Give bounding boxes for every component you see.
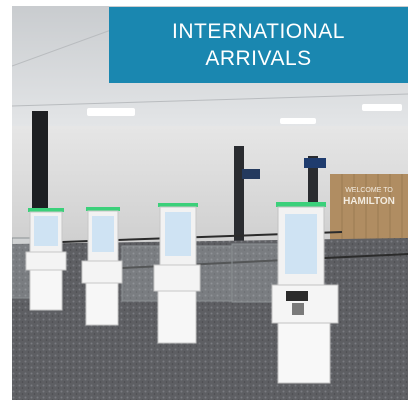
- kiosk-2: [81, 207, 123, 326]
- pillar-mid: [234, 146, 244, 246]
- banner-line-1: INTERNATIONAL: [172, 20, 345, 43]
- international-arrivals-banner: INTERNATIONAL ARRIVALS: [109, 7, 408, 83]
- overhead-sign-2: [242, 169, 260, 179]
- banner-line-2: ARRIVALS: [205, 47, 312, 70]
- kiosk-3: [153, 203, 201, 344]
- welcome-sign-line2: HAMILTON: [343, 196, 395, 207]
- welcome-wall-sign: WELCOME TO HAMILTON: [330, 174, 408, 244]
- overhead-sign: [304, 158, 326, 168]
- welcome-sign-line1: WELCOME TO: [345, 187, 393, 194]
- kiosk-1: [25, 208, 67, 311]
